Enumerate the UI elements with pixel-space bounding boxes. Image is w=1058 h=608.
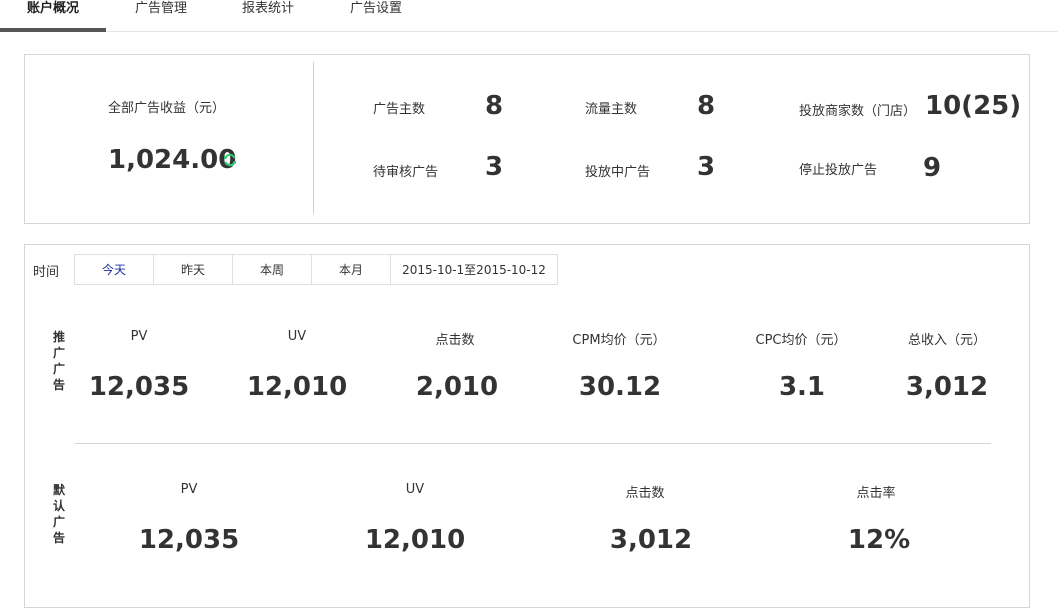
default-pv-label: PV (180, 482, 198, 497)
running-ads-value: 3 (697, 152, 716, 182)
filter-this-month[interactable]: 本月 (311, 254, 391, 285)
promoted-pv-value: 12,035 (88, 372, 190, 402)
tab-account-overview[interactable]: 账户概况 (0, 0, 106, 32)
tab-report-stats[interactable]: 报表统计 (226, 0, 310, 32)
summary-panel: 全部广告收益（元） 1,024.00 广告主数 8 流量主数 8 投放商家数（门… (24, 54, 1030, 224)
tab-label: 广告设置 (349, 1, 402, 16)
promoted-clicks-value: 2,010 (415, 372, 499, 402)
total-revenue-label: 全部广告收益（元） (108, 101, 226, 116)
default-ads-side-label: 默认广告 (52, 483, 65, 545)
stopped-ads-value: 9 (923, 153, 942, 183)
advertiser-count-value: 8 (485, 91, 504, 121)
default-ctr-label: 点击率 (856, 486, 896, 501)
default-uv-value: 12,010 (364, 525, 466, 555)
filter-yesterday[interactable]: 昨天 (153, 254, 233, 285)
promoted-revenue-value: 3,012 (905, 372, 989, 402)
section-divider (75, 443, 991, 444)
summary-divider (313, 62, 314, 214)
filter-this-week[interactable]: 本周 (232, 254, 312, 285)
tab-label: 账户概况 (26, 1, 79, 16)
promoted-uv-label: UV (287, 329, 307, 344)
promoted-ads-side-label: 推广广告 (52, 330, 65, 392)
pending-review-ads-value: 3 (485, 152, 504, 182)
default-uv-label: UV (405, 482, 425, 497)
top-tab-bar: 账户概况 广告管理 报表统计 广告设置 (0, 0, 1058, 32)
tab-ad-management[interactable]: 广告管理 (118, 0, 204, 32)
total-revenue-value: 1,024.00 (108, 145, 237, 175)
time-filter-group: 今天 昨天 本周 本月 2015-10-1至2015-10-12 (74, 254, 558, 285)
tab-label: 广告管理 (134, 1, 187, 16)
promoted-clicks-label: 点击数 (435, 333, 475, 348)
filter-today[interactable]: 今天 (74, 254, 154, 285)
filter-date-range[interactable]: 2015-10-1至2015-10-12 (390, 254, 558, 285)
default-clicks-label: 点击数 (625, 486, 665, 501)
traffic-owner-count-label: 流量主数 (585, 102, 638, 117)
tab-label: 报表统计 (241, 1, 294, 16)
default-pv-value: 12,035 (138, 525, 240, 555)
time-filter-label: 时间 (33, 265, 60, 280)
default-ctr-value: 12% (847, 525, 911, 555)
promoted-pv-label: PV (130, 329, 148, 344)
promoted-revenue-label: 总收入（元） (907, 333, 987, 348)
promoted-cpc-label: CPC均价（元） (755, 333, 847, 348)
default-clicks-value: 3,012 (609, 525, 693, 555)
promoted-uv-value: 12,010 (246, 372, 348, 402)
merchant-count-label: 投放商家数（门店） (799, 104, 917, 119)
promoted-cpc-value: 3.1 (778, 372, 826, 402)
promoted-cpm-value: 30.12 (578, 372, 662, 402)
traffic-owner-count-value: 8 (697, 91, 716, 121)
advertiser-count-label: 广告主数 (373, 102, 426, 117)
promoted-cpm-label: CPM均价（元） (572, 333, 666, 348)
merchant-count-value: 10(25) (925, 91, 1022, 121)
tab-ad-settings[interactable]: 广告设置 (334, 0, 418, 32)
detail-panel: 时间 今天 昨天 本周 本月 2015-10-1至2015-10-12 推广广告… (24, 244, 1030, 608)
stopped-ads-label: 停止投放广告 (799, 163, 878, 178)
refresh-icon[interactable] (223, 153, 237, 167)
running-ads-label: 投放中广告 (585, 165, 651, 180)
pending-review-ads-label: 待审核广告 (373, 165, 439, 180)
